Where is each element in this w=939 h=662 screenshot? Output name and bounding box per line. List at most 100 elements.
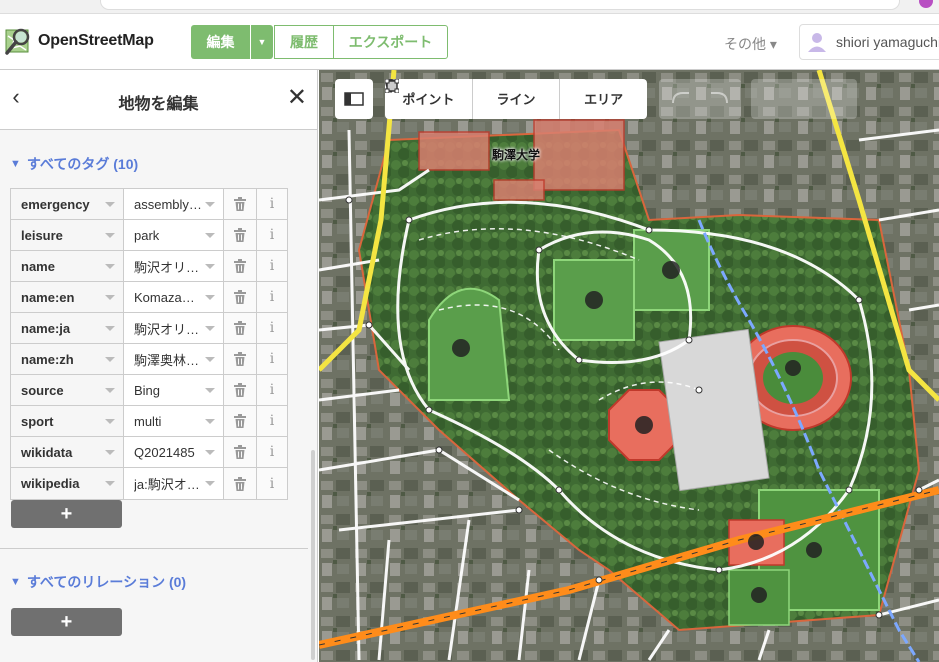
tag-key-field[interactable]: name:en bbox=[11, 282, 124, 312]
add-area-button[interactable]: エリア bbox=[385, 79, 647, 119]
tag-key-text: sport bbox=[21, 413, 54, 429]
close-icon[interactable]: ✕ bbox=[287, 83, 307, 112]
all-tags-toggle[interactable]: ▼ すべてのタグ (10) bbox=[10, 154, 138, 174]
tag-info-button[interactable]: i bbox=[257, 344, 287, 374]
add-point-label: ポイント bbox=[402, 91, 455, 107]
tag-info-button[interactable]: i bbox=[257, 313, 287, 343]
tag-value-text: multi bbox=[134, 413, 162, 429]
history-button[interactable]: 履歴 bbox=[274, 25, 334, 59]
tag-key-field[interactable]: name:zh bbox=[11, 344, 124, 374]
tag-value-field[interactable]: Komazaw… bbox=[124, 282, 224, 312]
delete-tag-button[interactable] bbox=[224, 220, 257, 250]
tag-info-button[interactable]: i bbox=[257, 437, 287, 467]
info-icon: i bbox=[269, 258, 275, 274]
save-button[interactable] bbox=[751, 79, 857, 119]
tag-value-field[interactable]: ja:駒沢オ… bbox=[124, 468, 224, 499]
delete-tag-button[interactable] bbox=[224, 468, 257, 499]
tag-key-field[interactable]: wikidata bbox=[11, 437, 124, 467]
undo-redo-group[interactable] bbox=[659, 79, 741, 119]
tag-row: name:ja 駒沢オリ… i bbox=[11, 313, 287, 344]
edit-button[interactable]: 編集 bbox=[191, 25, 250, 59]
tag-value-field[interactable]: 駒沢オリ… bbox=[124, 313, 224, 343]
add-relation-button[interactable]: + bbox=[11, 608, 122, 636]
tag-value-text: park bbox=[134, 227, 160, 243]
tag-info-button[interactable]: i bbox=[257, 220, 287, 250]
tag-info-button[interactable]: i bbox=[257, 251, 287, 281]
trash-icon bbox=[234, 321, 246, 335]
tag-key-field[interactable]: wikipedia bbox=[11, 468, 124, 499]
tag-value-field[interactable]: 駒澤奥林… bbox=[124, 344, 224, 374]
user-menu[interactable]: shiori yamaguchi bbox=[799, 24, 939, 60]
user-name: shiori yamaguchi bbox=[836, 34, 939, 50]
tag-row: sport multi i bbox=[11, 406, 287, 437]
tag-key-text: wikidata bbox=[21, 444, 73, 460]
chevron-down-icon bbox=[105, 481, 115, 486]
chevron-down-icon bbox=[105, 264, 115, 269]
export-button[interactable]: エクスポート bbox=[333, 25, 448, 59]
tag-info-button[interactable]: i bbox=[257, 282, 287, 312]
chevron-down-icon bbox=[105, 419, 115, 424]
tag-value-field[interactable]: Bing bbox=[124, 375, 224, 405]
delete-tag-button[interactable] bbox=[224, 437, 257, 467]
tag-key-text: source bbox=[21, 382, 64, 398]
delete-tag-button[interactable] bbox=[224, 344, 257, 374]
info-icon: i bbox=[269, 444, 275, 460]
site-logo[interactable]: OpenStreetMap bbox=[4, 26, 154, 56]
info-icon: i bbox=[269, 413, 275, 429]
tag-value-text: Q2021485 bbox=[134, 444, 195, 460]
more-menu[interactable]: その他 ▾ bbox=[724, 34, 777, 54]
tag-info-button[interactable]: i bbox=[257, 406, 287, 436]
delete-tag-button[interactable] bbox=[224, 313, 257, 343]
delete-tag-button[interactable] bbox=[224, 282, 257, 312]
sidebar-scrollbar[interactable] bbox=[311, 450, 315, 660]
chevron-down-icon bbox=[205, 419, 215, 424]
delete-tag-button[interactable] bbox=[224, 375, 257, 405]
chevron-down-icon bbox=[105, 202, 115, 207]
tag-value-field[interactable]: assembly_… bbox=[124, 189, 224, 219]
add-tag-button[interactable]: + bbox=[11, 500, 122, 528]
tag-info-button[interactable]: i bbox=[257, 189, 287, 219]
tag-value-field[interactable]: Q2021485 bbox=[124, 437, 224, 467]
tag-key-field[interactable]: source bbox=[11, 375, 124, 405]
sidebar-toggle-button[interactable] bbox=[335, 79, 373, 119]
sidebar-toggle-icon bbox=[344, 92, 364, 106]
tag-key-field[interactable]: name:ja bbox=[11, 313, 124, 343]
address-bar[interactable] bbox=[100, 0, 900, 10]
tag-key-text: name:zh bbox=[21, 351, 74, 367]
trash-icon bbox=[234, 383, 246, 397]
tag-value-text: ja:駒沢オ… bbox=[134, 477, 200, 492]
tag-key-field[interactable]: emergency bbox=[11, 189, 124, 219]
map-canvas[interactable]: 駒澤大学 ポイント ライン エリア bbox=[319, 70, 939, 662]
tag-value-text: 駒沢オリ… bbox=[134, 259, 200, 275]
tag-key-field[interactable]: name bbox=[11, 251, 124, 281]
delete-tag-button[interactable] bbox=[224, 189, 257, 219]
tag-row: name:zh 駒澤奥林… i bbox=[11, 344, 287, 375]
edit-dropdown-button[interactable]: ▼ bbox=[251, 25, 273, 59]
draw-mode-group: ポイント ライン エリア bbox=[385, 79, 647, 119]
chevron-down-icon bbox=[205, 264, 215, 269]
trash-icon bbox=[234, 352, 246, 366]
tag-value-text: 駒澤奥林… bbox=[134, 352, 200, 368]
add-line-button[interactable]: ライン bbox=[385, 79, 561, 119]
all-relations-toggle[interactable]: ▼ すべてのリレーション (0) bbox=[10, 572, 186, 592]
add-line-label: ライン bbox=[496, 91, 536, 107]
profile-icon[interactable] bbox=[919, 0, 933, 8]
tag-value-field[interactable]: multi bbox=[124, 406, 224, 436]
delete-tag-button[interactable] bbox=[224, 251, 257, 281]
logo-text: OpenStreetMap bbox=[38, 32, 154, 49]
tag-key-text: name bbox=[21, 258, 55, 274]
tag-value-field[interactable]: park bbox=[124, 220, 224, 250]
tag-info-button[interactable]: i bbox=[257, 468, 287, 499]
top-navigation: OpenStreetMap 編集 ▼ 履歴 エクスポート その他 ▾ shior… bbox=[0, 14, 939, 70]
map-imagery bbox=[319, 70, 939, 662]
tag-key-field[interactable]: leisure bbox=[11, 220, 124, 250]
tag-info-button[interactable]: i bbox=[257, 375, 287, 405]
tag-key-field[interactable]: sport bbox=[11, 406, 124, 436]
feature-editor-sidebar: ‹ 地物を編集 ✕ ▼ すべてのタグ (10) emergency assembl… bbox=[0, 70, 318, 662]
chevron-down-icon bbox=[205, 295, 215, 300]
tag-value-field[interactable]: 駒沢オリ… bbox=[124, 251, 224, 281]
delete-tag-button[interactable] bbox=[224, 406, 257, 436]
tag-key-text: wikipedia bbox=[21, 476, 80, 491]
info-icon: i bbox=[269, 320, 275, 336]
add-area-label: エリア bbox=[584, 91, 624, 107]
